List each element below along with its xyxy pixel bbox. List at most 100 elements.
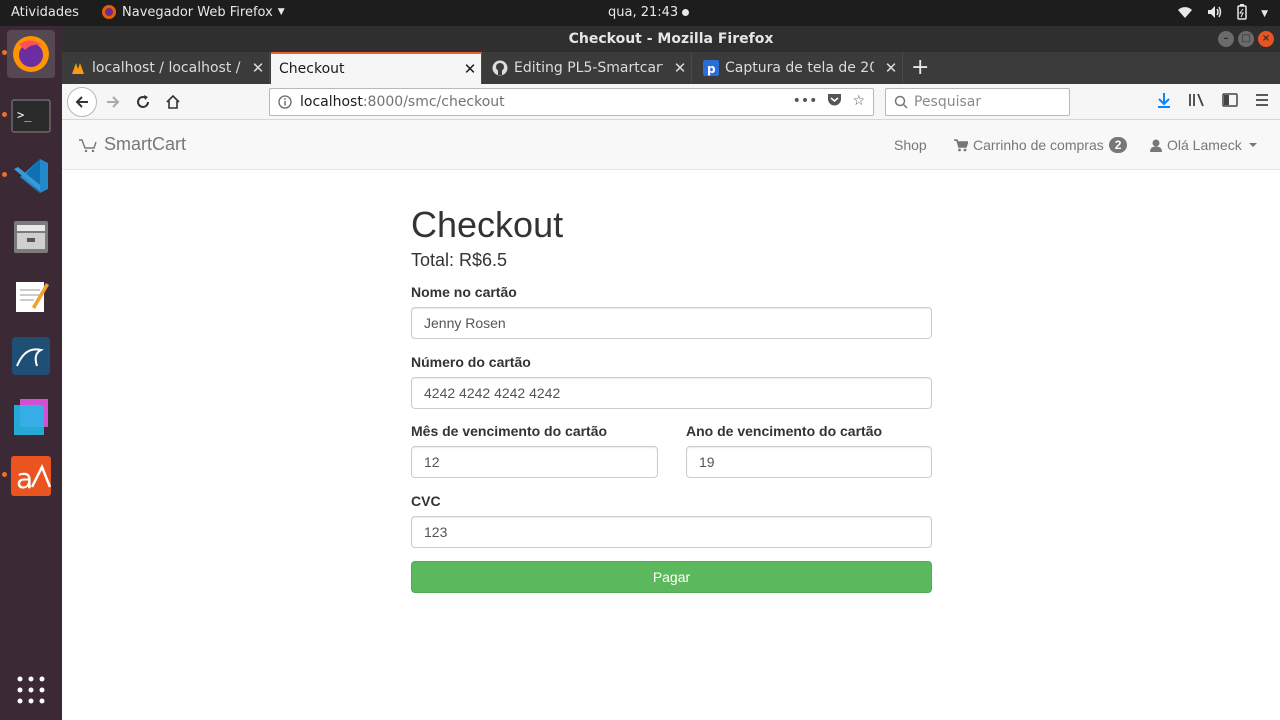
card-name-input[interactable] bbox=[411, 307, 932, 339]
nav-user-menu[interactable]: Olá Lameck bbox=[1150, 137, 1257, 153]
user-icon bbox=[1150, 139, 1162, 152]
new-tab-button[interactable]: + bbox=[911, 55, 929, 80]
dock-firefox[interactable] bbox=[7, 30, 55, 78]
app-menu[interactable]: Navegador Web Firefox ▼ bbox=[101, 4, 285, 20]
tab-screenshot[interactable]: p Captura de tela de 2018- ✕ bbox=[695, 52, 903, 84]
volume-icon bbox=[1207, 5, 1223, 23]
software-center-icon: a bbox=[11, 456, 52, 496]
card-name-label: Nome no cartão bbox=[411, 284, 517, 300]
svg-text:a: a bbox=[16, 462, 33, 495]
minimize-button[interactable]: – bbox=[1218, 31, 1234, 47]
close-tab-icon[interactable]: ✕ bbox=[459, 60, 481, 78]
tab-label: Editing PL5-Smartcart-C bbox=[514, 60, 663, 76]
close-window-button[interactable]: × bbox=[1258, 31, 1274, 47]
maximize-button[interactable]: □ bbox=[1238, 31, 1254, 47]
card-number-input[interactable] bbox=[411, 377, 932, 409]
window-controls: – □ × bbox=[1218, 31, 1274, 47]
back-button[interactable] bbox=[67, 87, 97, 117]
web-page: SmartCart Shop Carrinho de compras 2 Olá… bbox=[62, 120, 1280, 720]
url-host: localhost bbox=[300, 94, 363, 110]
dock: >_ a bbox=[0, 26, 62, 720]
info-icon[interactable] bbox=[278, 95, 292, 109]
clock-label: qua, 21:43 bbox=[608, 5, 679, 20]
pocket-icon[interactable] bbox=[827, 93, 842, 111]
search-bar[interactable]: Pesquisar bbox=[885, 88, 1070, 116]
cvc-label: CVC bbox=[411, 493, 441, 509]
brand-link[interactable]: SmartCart bbox=[78, 134, 186, 155]
app-menu-label: Navegador Web Firefox bbox=[122, 4, 273, 20]
terminal-icon: >_ bbox=[11, 99, 51, 133]
card-number-group: Número do cartão bbox=[411, 354, 932, 409]
home-icon bbox=[166, 94, 180, 109]
arrow-left-icon bbox=[75, 96, 88, 108]
url-bar[interactable]: localhost:8000/smc/checkout ••• ☆ bbox=[269, 88, 874, 116]
files-icon bbox=[14, 221, 48, 253]
tab-github[interactable]: Editing PL5-Smartcart-C ✕ bbox=[484, 52, 692, 84]
tab-label: Checkout bbox=[279, 61, 345, 77]
search-icon bbox=[894, 95, 908, 109]
close-tab-icon[interactable]: ✕ bbox=[247, 59, 269, 77]
card-name-group: Nome no cartão bbox=[411, 284, 932, 339]
downloads-icon[interactable] bbox=[1156, 92, 1172, 112]
tab-strip: localhost / localhost / sn ✕ Checkout ✕ … bbox=[62, 52, 1280, 84]
sidebar-icon[interactable] bbox=[1222, 92, 1238, 112]
reload-button[interactable] bbox=[130, 89, 156, 115]
home-button[interactable] bbox=[160, 89, 186, 115]
page-actions-icon[interactable]: ••• bbox=[793, 93, 818, 111]
system-tray[interactable]: ▼ bbox=[1177, 4, 1268, 24]
exp-month-label: Mês de vencimento do cartão bbox=[411, 423, 608, 439]
dock-text-editor[interactable] bbox=[7, 272, 55, 320]
url-path: :8000/smc/checkout bbox=[362, 94, 505, 110]
exp-year-group: Ano de vencimento do cartão bbox=[686, 423, 932, 478]
tab-checkout[interactable]: Checkout ✕ bbox=[271, 52, 482, 84]
page-title: Checkout bbox=[411, 204, 564, 245]
hamburger-menu-icon[interactable] bbox=[1254, 92, 1270, 112]
close-tab-icon[interactable]: ✕ bbox=[669, 59, 691, 77]
exp-month-input[interactable] bbox=[411, 446, 658, 478]
pay-button[interactable]: Pagar bbox=[411, 561, 932, 593]
nav-cart[interactable]: Carrinho de compras 2 bbox=[954, 137, 1128, 153]
dock-software-center[interactable]: a bbox=[7, 452, 55, 500]
site-navbar: SmartCart Shop Carrinho de compras 2 Olá… bbox=[62, 120, 1280, 170]
nav-shop[interactable]: Shop bbox=[894, 137, 927, 153]
nav-cart-label: Carrinho de compras bbox=[973, 137, 1104, 153]
mysql-workbench-icon bbox=[12, 337, 50, 375]
clock[interactable]: qua, 21:43 bbox=[608, 5, 690, 20]
firefox-icon bbox=[102, 5, 116, 19]
github-icon bbox=[492, 60, 508, 76]
firefox-icon bbox=[13, 36, 49, 72]
tab-label: Captura de tela de 2018- bbox=[725, 60, 874, 76]
dock-show-apps[interactable] bbox=[7, 666, 55, 714]
dock-files[interactable] bbox=[7, 212, 55, 260]
arrow-right-icon bbox=[107, 96, 120, 108]
exp-year-input[interactable] bbox=[686, 446, 932, 478]
dock-mysql-workbench[interactable] bbox=[7, 332, 55, 380]
close-tab-icon[interactable]: ✕ bbox=[880, 59, 902, 77]
app-icon bbox=[14, 399, 48, 435]
tab-phpmyadmin[interactable]: localhost / localhost / sn ✕ bbox=[62, 52, 270, 84]
dock-vscode[interactable] bbox=[7, 152, 55, 200]
shopping-cart-icon bbox=[954, 138, 968, 151]
cvc-input[interactable] bbox=[411, 516, 932, 548]
vscode-icon bbox=[14, 159, 48, 193]
library-icon[interactable] bbox=[1188, 92, 1206, 112]
picture-icon: p bbox=[703, 60, 719, 76]
window-title: Checkout - Mozilla Firefox bbox=[568, 31, 774, 47]
wifi-icon bbox=[1177, 5, 1193, 23]
nav-user-label: Olá Lameck bbox=[1167, 137, 1242, 153]
system-menu-caret-icon: ▼ bbox=[1261, 9, 1268, 19]
window-titlebar: Checkout - Mozilla Firefox – □ × bbox=[62, 26, 1280, 52]
bookmark-star-icon[interactable]: ☆ bbox=[852, 93, 865, 111]
show-apps-icon bbox=[17, 676, 45, 704]
dock-app[interactable] bbox=[7, 392, 55, 440]
text-editor-icon bbox=[16, 282, 49, 312]
forward-button[interactable] bbox=[100, 89, 126, 115]
notification-dot-icon bbox=[682, 9, 690, 16]
activities-button[interactable]: Atividades bbox=[11, 5, 79, 20]
dock-terminal[interactable]: >_ bbox=[7, 92, 55, 140]
svg-text:p: p bbox=[707, 62, 716, 76]
caret-down-icon: ▼ bbox=[277, 7, 285, 17]
nav-toolbar: localhost:8000/smc/checkout ••• ☆ Pesqui… bbox=[62, 84, 1280, 120]
cart-logo-icon bbox=[79, 138, 97, 152]
exp-month-group: Mês de vencimento do cartão bbox=[411, 423, 658, 478]
